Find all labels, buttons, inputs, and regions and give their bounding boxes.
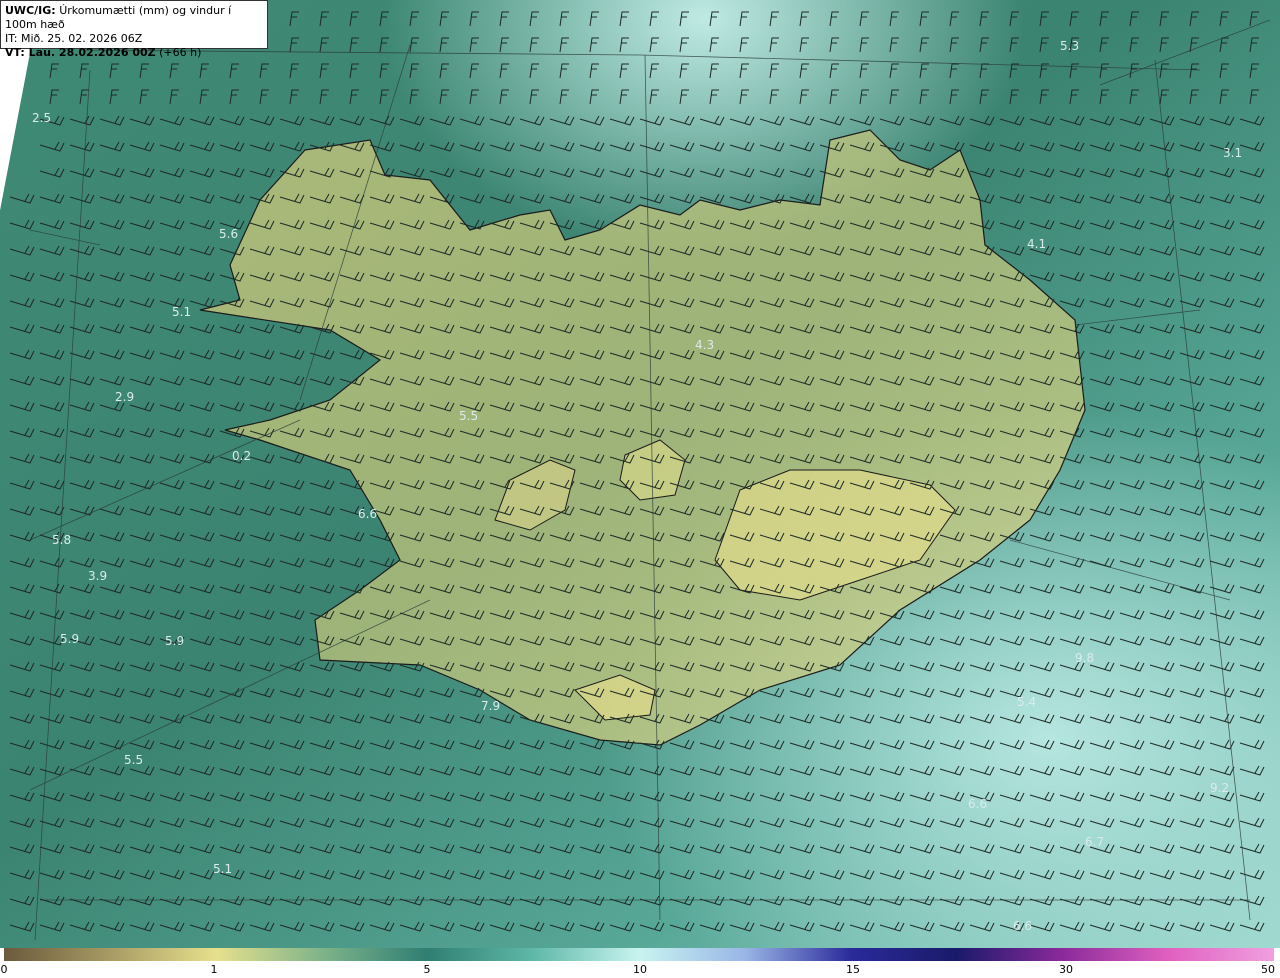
map-value-label: 6.6 — [1013, 919, 1032, 933]
map-value-label: 2.5 — [32, 111, 51, 125]
map-value-label: 5.9 — [60, 632, 79, 646]
map-value-label: 5.8 — [52, 533, 71, 547]
map-value-label: 9.8 — [1075, 651, 1094, 665]
init-time: IT: Mið. 25. 02. 2026 06Z — [5, 32, 143, 45]
colorbar: 0 1 5 10 15 30 50 — [0, 948, 1280, 978]
title-line: UWC/IG: Úrkomumætti (mm) og vindur í 100… — [5, 4, 263, 32]
map-value-label: 0.2 — [232, 449, 251, 463]
precipitation-map: 5.3 2.5 3.1 5.6 4.1 5.1 4.3 2.9 5.5 0.2 … — [0, 0, 1280, 948]
map-value-label: 5.4 — [1017, 695, 1036, 709]
map-value-label: 2.9 — [115, 390, 134, 404]
map-value-label: 5.5 — [124, 753, 143, 767]
map-value-label: 4.1 — [1027, 237, 1046, 251]
map-value-label: 5.3 — [1060, 39, 1079, 53]
map-value-label: 6.6 — [358, 507, 377, 521]
colorbar-tick: 0 — [0, 963, 8, 976]
map-value-label: 5.9 — [165, 634, 184, 648]
colorbar-tick: 5 — [423, 963, 431, 976]
map-value-label: 6.6 — [968, 797, 987, 811]
model-name: UWC/IG: — [5, 4, 56, 17]
valid-time-line: VT: Lau. 28.02.2026 00Z (+66 h) — [5, 46, 263, 60]
map-value-label: 3.1 — [1223, 146, 1242, 160]
colorbar-tick: 1 — [210, 963, 218, 976]
map-value-label: 9.2 — [1210, 781, 1229, 795]
colorbar-tick: 10 — [633, 963, 647, 976]
map-value-label: 5.1 — [172, 305, 191, 319]
map-value-label: 5.1 — [213, 862, 232, 876]
map-value-label: 7.9 — [481, 699, 500, 713]
map-value-label: 5.5 — [459, 409, 478, 423]
colorbar-tick: 15 — [846, 963, 860, 976]
map-value-label: 6.7 — [1085, 835, 1104, 849]
valid-time: VT: Lau. 28.02.2026 00Z — [5, 46, 156, 59]
lead-time: (+66 h) — [159, 46, 202, 59]
colorbar-tick: 30 — [1059, 963, 1073, 976]
colorbar-gradient — [4, 948, 1274, 961]
map-value-label: 5.6 — [219, 227, 238, 241]
map-value-label: 3.9 — [88, 569, 107, 583]
colorbar-tick: 50 — [1261, 963, 1275, 976]
map-value-label: 4.3 — [695, 338, 714, 352]
map-header: UWC/IG: Úrkomumætti (mm) og vindur í 100… — [0, 0, 268, 59]
